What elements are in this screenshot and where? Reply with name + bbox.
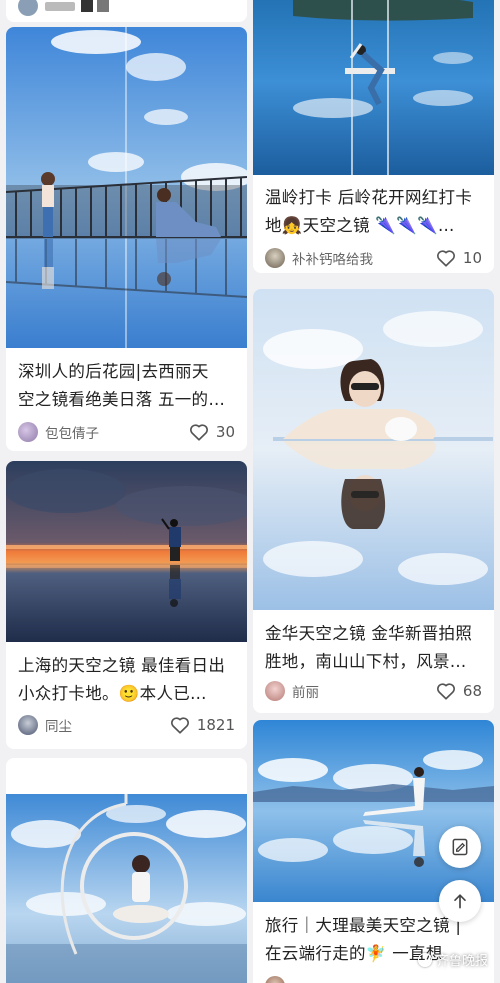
feed-card-1[interactable]: 深圳人的后花园|去西丽天 空之镜看绝美日落 五一的… 包包倩子 30 xyxy=(6,27,247,451)
card-title-line: 地👧天空之镜 🌂🌂🌂… xyxy=(265,216,455,235)
author-name[interactable]: 包包倩子 xyxy=(45,422,189,442)
card-meta xyxy=(265,974,482,983)
feed-card-3[interactable]: 上海的天空之镜 最佳看日出 小众打卡地。🙂本人已… 同尘 1821 xyxy=(6,461,247,749)
card-image[interactable] xyxy=(6,27,247,348)
arrow-up-icon xyxy=(454,894,466,909)
sunset-mirror-photo xyxy=(6,461,247,642)
author-name[interactable]: 前丽 xyxy=(292,681,436,701)
author-name[interactable]: 补补钙咯给我 xyxy=(292,248,436,268)
watermark-text: 齐鲁晚报 xyxy=(435,954,488,969)
like-count: 68 xyxy=(462,682,482,700)
card-meta: 补补钙咯给我 10 xyxy=(265,246,482,270)
card-meta: 同尘 1821 xyxy=(18,713,235,737)
heart-icon xyxy=(436,683,455,700)
hoop-swing-photo xyxy=(6,794,247,983)
badge-icon xyxy=(81,0,93,12)
card-title-line: 上海的天空之镜 最佳看日出 xyxy=(18,656,226,675)
avatar xyxy=(18,0,38,16)
badge-icon xyxy=(97,0,109,12)
card-meta xyxy=(18,0,235,18)
card-title: 上海的天空之镜 最佳看日出 小众打卡地。🙂本人已… xyxy=(18,652,235,708)
feed-card-partial[interactable] xyxy=(6,0,247,22)
like-button[interactable]: 10 xyxy=(436,249,482,267)
card-image[interactable] xyxy=(253,0,494,175)
lying-mirror-photo xyxy=(253,289,494,610)
card-title-line: 深圳人的后花园|去西丽天 xyxy=(18,362,209,381)
card-title-line: 金华天空之镜 金华新晋拍照 xyxy=(265,624,473,643)
like-count: 1821 xyxy=(196,716,235,734)
like-button[interactable]: 68 xyxy=(436,682,482,700)
like-count: 10 xyxy=(462,249,482,267)
author-name-placeholder xyxy=(45,1,75,11)
sky-mirror-photo xyxy=(6,27,247,348)
like-button[interactable]: 30 xyxy=(189,423,235,441)
avatar[interactable] xyxy=(18,715,38,735)
heart-icon xyxy=(436,250,455,267)
card-title-line: 空之镜看绝美日落 五一的… xyxy=(18,390,226,409)
avatar[interactable] xyxy=(18,422,38,442)
like-count: 30 xyxy=(215,423,235,441)
card-meta: 前丽 68 xyxy=(265,679,482,703)
card-title-line: 胜地，南山山下村，风景… xyxy=(265,652,467,671)
card-title: 温岭打卡 后岭花开网红打卡 地👧天空之镜 🌂🌂🌂… xyxy=(265,184,482,240)
heart-icon xyxy=(189,424,208,441)
card-title-line: 温岭打卡 后岭花开网红打卡 xyxy=(265,188,473,207)
scroll-top-button[interactable] xyxy=(439,880,481,922)
card-image[interactable] xyxy=(253,720,494,902)
heart-icon xyxy=(170,717,189,734)
watermark: 齐鲁晚报 xyxy=(417,950,488,969)
card-meta: 包包倩子 30 xyxy=(18,420,235,444)
feed-card-5[interactable] xyxy=(6,758,247,983)
avatar[interactable] xyxy=(265,976,285,983)
watermark-logo-icon xyxy=(417,952,432,967)
card-image[interactable] xyxy=(253,289,494,610)
avatar[interactable] xyxy=(265,681,285,701)
feed-card-4[interactable]: 金华天空之镜 金华新晋拍照 胜地，南山山下村，风景… 前丽 68 xyxy=(253,289,494,713)
card-image[interactable] xyxy=(6,794,247,983)
author-name[interactable]: 同尘 xyxy=(45,715,170,735)
swing-mirror-photo xyxy=(253,0,494,175)
feed-card-2[interactable]: 温岭打卡 后岭花开网红打卡 地👧天空之镜 🌂🌂🌂… 补补钙咯给我 10 xyxy=(253,0,494,273)
edit-button[interactable] xyxy=(439,826,481,868)
edit-icon xyxy=(452,838,468,856)
card-title: 深圳人的后花园|去西丽天 空之镜看绝美日落 五一的… xyxy=(18,358,235,414)
card-title: 金华天空之镜 金华新晋拍照 胜地，南山山下村，风景… xyxy=(265,620,482,676)
like-button[interactable]: 1821 xyxy=(170,716,235,734)
avatar[interactable] xyxy=(265,248,285,268)
card-image[interactable] xyxy=(6,461,247,642)
card-title-line: 小众打卡地。🙂本人已… xyxy=(18,684,207,703)
dali-mirror-photo xyxy=(253,720,494,902)
